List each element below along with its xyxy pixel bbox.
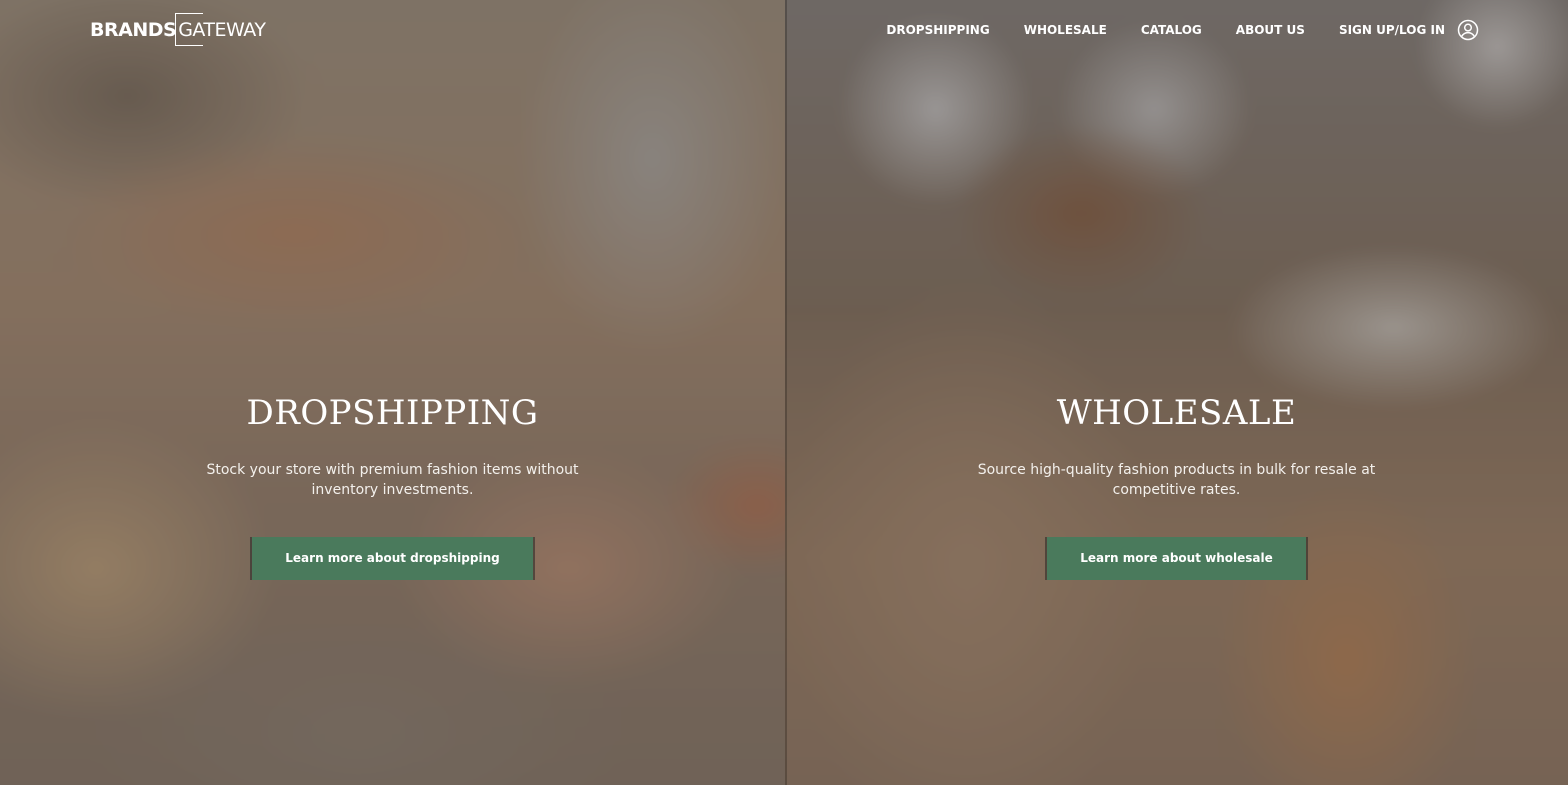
dropshipping-hero: DROPSHIPPING Stock your store with premi… [0,392,785,580]
dropshipping-panel: DROPSHIPPING Stock your store with premi… [0,0,785,785]
wholesale-title: WHOLESALE [1056,393,1297,433]
nav-item-about-us[interactable]: ABOUT US [1236,23,1305,37]
panel-divider [785,0,787,785]
wholesale-description: Source high-quality fashion products in … [977,462,1376,498]
wholesale-hero: WHOLESALE Source high-quality fashion pr… [785,392,1568,580]
nav-item-dropshipping[interactable]: DROPSHIPPING [886,23,989,37]
learn-more-dropshipping-button[interactable]: Learn more about dropshipping [252,537,533,580]
dropshipping-title: DROPSHIPPING [246,393,539,433]
dropshipping-description: Stock your store with premium fashion it… [206,462,579,498]
wholesale-panel: WHOLESALE Source high-quality fashion pr… [785,0,1568,785]
brands-gateway-logo[interactable]: BRANDS GATEWAY [90,13,266,46]
nav-item-signup-login[interactable]: SIGN UP/LOG IN [1339,23,1445,37]
site-header: BRANDS GATEWAY DROPSHIPPING WHOLESALE CA… [0,0,1568,60]
page: DROPSHIPPING Stock your store with premi… [0,0,1568,785]
user-circle-icon[interactable] [1457,19,1479,41]
main-nav: DROPSHIPPING WHOLESALE CATALOG ABOUT US … [852,19,1479,41]
logo-gateway-text: GATEWAY [178,19,266,41]
nav-item-catalog[interactable]: CATALOG [1141,23,1202,37]
learn-more-wholesale-button[interactable]: Learn more about wholesale [1047,537,1306,580]
nav-item-wholesale[interactable]: WHOLESALE [1024,23,1107,37]
logo-gateway-wrap: GATEWAY [175,13,266,46]
logo-brands-text: BRANDS [90,19,177,41]
